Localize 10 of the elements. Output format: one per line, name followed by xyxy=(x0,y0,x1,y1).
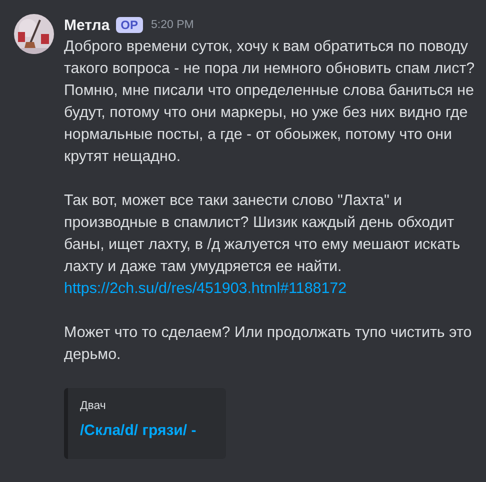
message-text: Так вот, может все таки занести слово "Лахта" и производные в спамлист? Шизик каждый день обходит баны, ищет лахту, в /д жалуется что ему мешают искать лахту и даже там умудряется ее найти. xyxy=(64,191,462,277)
author-name[interactable]: Метла xyxy=(64,16,110,34)
timestamp: 5:20 PM xyxy=(151,19,194,31)
op-badge: OP xyxy=(116,17,144,33)
embed-title[interactable]: /Скла/d/ грязи/ - xyxy=(80,422,196,439)
message-text: Доброго времени суток, хочу к вам обратиться по поводу такого вопроса - не пора ли немного обновить спам лист? xyxy=(64,37,476,79)
embed-provider: Двач xyxy=(80,400,106,412)
message-text: Помню, мне писали что определенные слова баниться не будут, потому что они маркеры, но уже без них видно где нормальные посты, а где - от обоыжек, потому что они крутят нещадно. xyxy=(64,81,475,167)
message-text: Может что то сделаем? Или продолжать тупо чистить это дерьмо. xyxy=(64,323,473,365)
message-link[interactable]: https://2ch.su/d/res/451903.html#1188172 xyxy=(64,278,347,300)
